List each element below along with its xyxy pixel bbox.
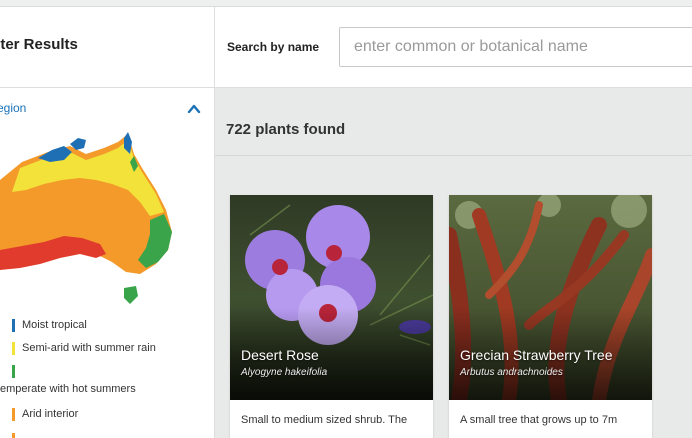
plant-botanical-name: Alyogyne hakeifolia	[241, 367, 328, 378]
filter-title: ilter Results	[0, 36, 78, 53]
main-content: Search by name 722 plants found	[215, 7, 692, 438]
filter-header: ilter Results	[0, 7, 214, 88]
top-border	[0, 0, 692, 7]
legend-label: Semi-arid with summer rain	[22, 342, 156, 354]
legend-label: Moist tropical	[22, 319, 87, 331]
legend-swatch	[12, 433, 15, 438]
divider	[215, 155, 692, 156]
legend-swatch	[12, 342, 15, 355]
plant-description: A small tree that grows up to 7m	[460, 414, 618, 426]
plant-common-name: Grecian Strawberry Tree	[460, 347, 613, 363]
legend-label: emperate with hot summers	[0, 383, 136, 395]
search-bar: Search by name	[215, 7, 692, 88]
plant-card-grecian-strawberry-tree[interactable]: Grecian Strawberry Tree Arbutus andrachn…	[449, 195, 652, 438]
filter-sidebar: ilter Results region Moist tropical Semi…	[0, 7, 215, 438]
region-filter-toggle[interactable]: region	[0, 101, 26, 115]
plant-card-desert-rose[interactable]: Desert Rose Alyogyne hakeifolia Small to…	[230, 195, 433, 438]
legend-label: Arid interior	[22, 408, 79, 420]
legend-swatch	[12, 319, 15, 332]
search-input[interactable]	[339, 27, 692, 67]
chevron-up-icon[interactable]	[187, 104, 201, 113]
legend-swatch	[12, 365, 15, 378]
map-region-tasmania	[124, 286, 138, 304]
plant-botanical-name: Arbutus andrachnoides	[460, 367, 563, 378]
search-label: Search by name	[227, 40, 320, 54]
results-count: 722 plants found	[226, 121, 346, 138]
australia-region-map[interactable]	[0, 132, 185, 312]
plant-common-name: Desert Rose	[241, 347, 319, 363]
legend-swatch	[12, 408, 15, 421]
plant-description: Small to medium sized shrub. The	[241, 414, 408, 426]
